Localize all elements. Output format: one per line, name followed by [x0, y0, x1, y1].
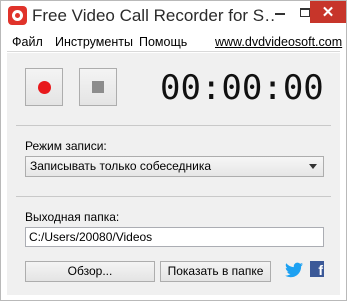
minimize-button[interactable]: [267, 1, 292, 23]
output-folder-input[interactable]: C:/Users/20080/Videos: [25, 227, 324, 247]
app-logo-icon: [8, 6, 27, 25]
browse-button[interactable]: Обзор...: [25, 261, 155, 282]
maximize-icon: [299, 7, 310, 17]
recording-timer: 00:00:00: [160, 68, 324, 108]
record-button[interactable]: [25, 68, 63, 106]
recording-mode-select[interactable]: Записывать только собеседника: [25, 156, 324, 177]
menu-help[interactable]: Помощь: [139, 35, 187, 49]
app-window: Free Video Call Recorder for S… ✕ Файл И…: [0, 0, 347, 301]
menu-bar: Файл Инструменты Помощь www.dvdvideosoft…: [7, 32, 342, 52]
twitter-icon[interactable]: [285, 262, 303, 278]
record-icon: [37, 80, 51, 94]
menu-tools[interactable]: Инструменты: [55, 35, 133, 49]
chevron-down-icon: [309, 164, 317, 169]
show-in-folder-button[interactable]: Показать в папке: [160, 261, 271, 282]
window-title: Free Video Call Recorder for S…: [32, 6, 277, 25]
stop-icon: [92, 81, 104, 93]
facebook-icon[interactable]: f: [310, 261, 324, 278]
main-panel: 00:00:00 Режим записи: Записывать только…: [7, 53, 340, 295]
output-folder-label: Выходная папка:: [25, 210, 120, 224]
minimize-icon: [274, 13, 285, 15]
recording-mode-value: Записывать только собеседника: [30, 159, 212, 173]
divider: [16, 196, 331, 197]
close-icon: ✕: [321, 4, 335, 21]
divider: [16, 125, 331, 126]
website-link[interactable]: www.dvdvideosoft.com: [215, 35, 342, 49]
title-bar[interactable]: Free Video Call Recorder for S… ✕: [1, 1, 346, 32]
close-button[interactable]: ✕: [310, 1, 346, 23]
menu-file[interactable]: Файл: [12, 35, 43, 49]
recording-mode-label: Режим записи:: [25, 139, 107, 153]
stop-button[interactable]: [79, 68, 117, 106]
